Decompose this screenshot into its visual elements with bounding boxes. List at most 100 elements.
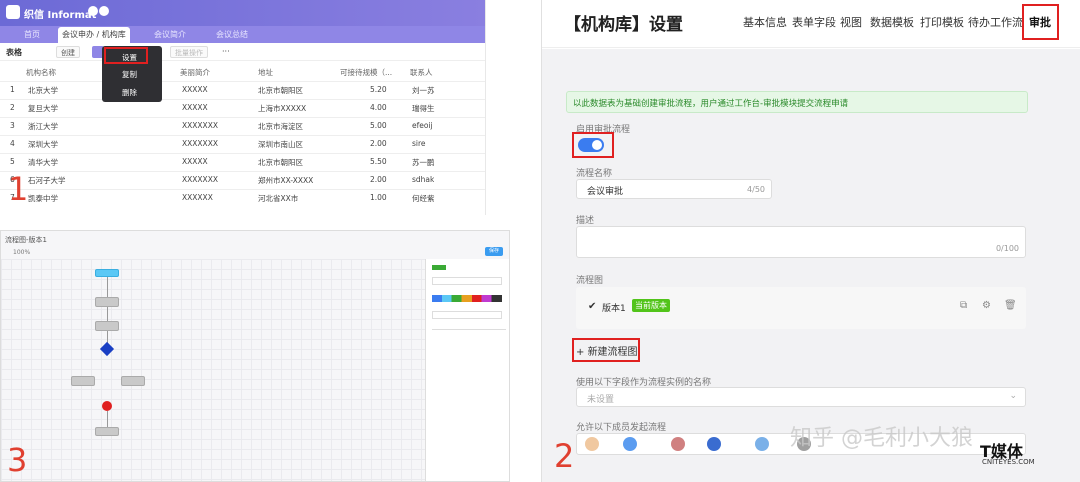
row-divider [0, 153, 485, 154]
row-number: 1 [10, 85, 15, 94]
node-properties-panel [425, 259, 509, 481]
approval-node[interactable] [95, 321, 119, 331]
table-cell: 郑州市XX-XXXX [258, 176, 314, 185]
instance-name-placeholder: 未设置 [587, 395, 615, 405]
screenshot-panel-1: 织信 Informat 首页 会议申办 / 机构库 会议简介 会议总结 表格 创… [0, 0, 486, 215]
panel-number-2: 2 [554, 437, 575, 475]
highlight-approval-tab [1022, 4, 1059, 40]
table-cell: 河北省XX市 [258, 194, 299, 203]
table-cell: 深圳大学 [28, 140, 58, 149]
approval-node[interactable] [95, 297, 119, 307]
batch-button[interactable]: 批量操作 [170, 46, 208, 58]
branch-node-left[interactable] [71, 376, 95, 386]
table-cell: 刘一苏 [412, 86, 435, 95]
row-number: 4 [10, 139, 15, 148]
color-picker[interactable] [432, 295, 502, 302]
row-divider [0, 81, 485, 82]
start-node[interactable] [95, 269, 119, 277]
watermark-text: 知乎 @毛利小大狼 [790, 426, 973, 451]
tab-views[interactable]: 视图 [840, 14, 862, 30]
add-icon[interactable] [99, 6, 109, 16]
screenshot-panel-3: 流程图-版本1 100% 保存 3 [0, 230, 510, 482]
gear-icon[interactable]: ⚙ [982, 300, 991, 311]
flow-canvas[interactable] [1, 259, 425, 481]
tab-print-template[interactable]: 打印模板 [920, 14, 964, 30]
table-cell: efeoij [412, 121, 433, 130]
copy-icon[interactable]: ⧉ [960, 300, 967, 311]
chevron-down-icon: ⌄ [1009, 391, 1017, 401]
table-cell: 复旦大学 [28, 104, 58, 113]
column-header: 联系人 [410, 68, 433, 77]
tab-todo-workflow[interactable]: 待办工作流 [968, 14, 1023, 30]
table-cell: XXXXXXX [182, 175, 218, 184]
page-title: 【机构库】设置 [564, 15, 683, 35]
table-toolbar: 表格 创建 批量操作 ··· [0, 43, 485, 61]
tab-data-template[interactable]: 数据模板 [870, 14, 914, 30]
instance-name-select[interactable]: 未设置 ⌄ [576, 387, 1026, 407]
table-cell: sdhak [412, 175, 435, 184]
app-title: 织信 Informat [24, 10, 97, 21]
description-textarea[interactable]: 0/100 [576, 226, 1026, 258]
tab-meeting-org[interactable]: 会议申办 / 机构库 [58, 27, 130, 43]
notice-banner: 以此数据表为基础创建审批流程，用户通过工作台-审批模块提交流程申请 [566, 91, 1028, 113]
check-icon: ✔ [588, 301, 597, 312]
app-logo-icon [6, 5, 20, 19]
globe-icon[interactable] [88, 6, 98, 16]
table-cell: 1.00 [370, 193, 387, 202]
flow-name-input[interactable]: 会议审批 4/50 [576, 179, 772, 199]
save-flow-button[interactable]: 保存 [485, 247, 503, 256]
avatar [755, 437, 769, 451]
table-cell: XXXXXXX [182, 139, 218, 148]
row-number: 3 [10, 121, 15, 130]
tab-home[interactable]: 首页 [20, 27, 44, 43]
row-divider [0, 135, 485, 136]
description-counter: 0/100 [995, 244, 1019, 253]
panel-number-3: 3 [7, 441, 28, 479]
table-cell: 4.00 [370, 103, 387, 112]
tab-form-fields[interactable]: 表单字段 [792, 14, 836, 30]
row-divider [0, 189, 485, 190]
app-title-bar: 织信 Informat [0, 0, 485, 26]
screenshot-panel-2: 【机构库】设置 基本信息 表单字段 视图 数据模板 打印模板 待办工作流 审批 … [541, 0, 1080, 482]
avatar [585, 437, 599, 451]
row-divider [0, 99, 485, 100]
menu-item-copy[interactable]: 复制 [122, 69, 137, 80]
row-number: 2 [10, 103, 15, 112]
table-label: 表格 [6, 48, 22, 57]
column-header: 机构名称 [26, 68, 56, 77]
branch-node-right[interactable] [121, 376, 145, 386]
divider [432, 329, 506, 330]
row-divider [0, 117, 485, 118]
table-cell: 何经紫 [412, 194, 435, 203]
table-cell: 2.00 [370, 175, 387, 184]
tab-meeting-summary[interactable]: 会议总结 [212, 27, 252, 43]
module-tabs: 首页 会议申办 / 机构库 会议简介 会议总结 [0, 26, 485, 43]
assignee-select[interactable] [432, 311, 502, 319]
table-cell: 5.00 [370, 121, 387, 130]
panel-number-1: 1 [8, 170, 29, 208]
menu-item-delete[interactable]: 删除 [122, 87, 137, 98]
tab-meeting-intro[interactable]: 会议简介 [150, 27, 190, 43]
table-cell: 凯泰中学 [28, 194, 58, 203]
row-divider [0, 171, 485, 172]
table-cell: XXXXX [182, 157, 208, 166]
table-cell: 清华大学 [28, 158, 58, 167]
table-cell: 2.00 [370, 139, 387, 148]
tab-basic-info[interactable]: 基本信息 [743, 14, 787, 30]
create-button[interactable]: 创建 [56, 46, 80, 58]
more-button[interactable]: ··· [222, 47, 230, 56]
node-name-input[interactable] [432, 277, 502, 285]
table-cell: 苏一鹏 [412, 158, 435, 167]
table-cell: 瑞得生 [412, 104, 435, 113]
flow-name-label: 流程名称 [576, 169, 613, 179]
flow-name-counter: 4/50 [747, 185, 765, 194]
settings-body: 以此数据表为基础创建审批流程，用户通过工作台-审批模块提交流程申请 启用审批流程… [542, 49, 1080, 482]
table-cell: XXXXXX [182, 193, 213, 202]
end-node[interactable] [95, 427, 119, 436]
trash-icon[interactable]: 🗑 [1004, 300, 1017, 311]
diagram-label: 流程图 [576, 276, 604, 286]
table-cell: 石河子大学 [28, 176, 66, 185]
table-cell: sire [412, 139, 426, 148]
flow-editor-title: 流程图-版本1 [5, 236, 47, 244]
merge-node[interactable] [102, 401, 112, 411]
